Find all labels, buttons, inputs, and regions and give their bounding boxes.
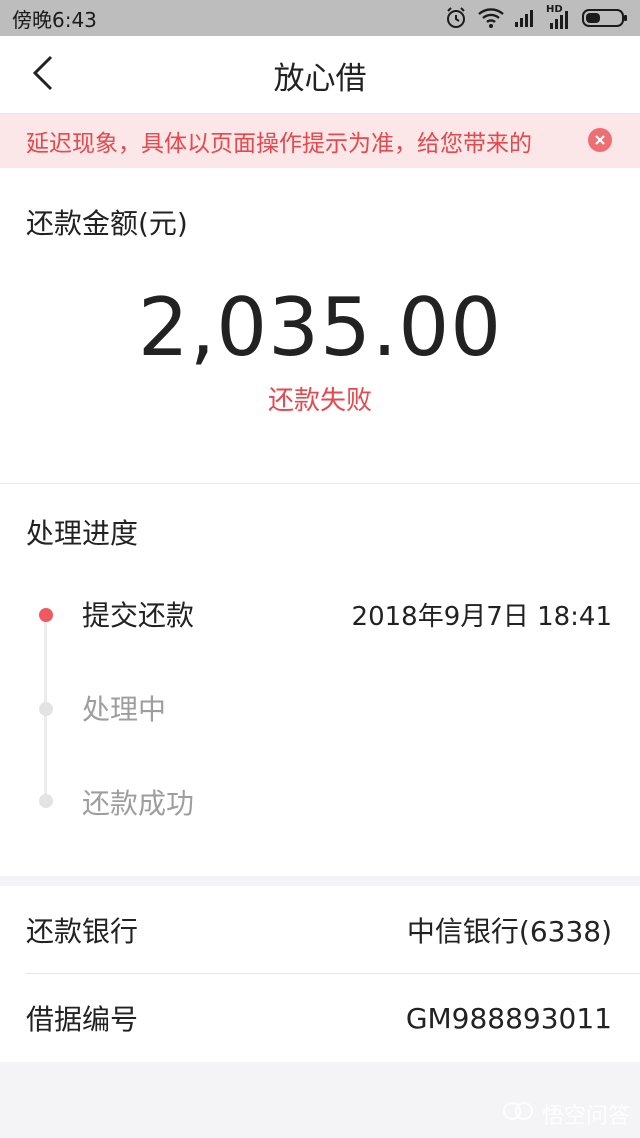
info-key-loan-id: 借据编号 bbox=[26, 1003, 139, 1036]
step-dot-processing bbox=[39, 702, 53, 716]
notice-text: 延迟现象，具体以页面操作提示为准，给您带来的 bbox=[26, 131, 532, 157]
progress-title: 处理进度 bbox=[26, 517, 139, 550]
repayment-status: 还款失败 bbox=[267, 386, 372, 416]
alarm-icon bbox=[444, 6, 468, 30]
amount-card: 还款金额(元) 2,035.00 还款失败 bbox=[0, 168, 640, 484]
step-label-submitted: 提交还款 bbox=[82, 599, 195, 632]
step-time-submitted: 2018年9月7日 18:41 bbox=[351, 602, 612, 632]
status-icons: HD bbox=[444, 4, 628, 30]
progress-card: 处理进度 提交还款 2018年9月7日 18:41 处理中 还款成功 bbox=[0, 484, 640, 876]
watermark-text: 悟空问答 bbox=[541, 1104, 630, 1129]
step-dot-submitted bbox=[39, 608, 53, 622]
page-title: 放心借 bbox=[273, 60, 367, 97]
wifi-icon bbox=[478, 7, 504, 29]
signal-icon bbox=[514, 8, 536, 28]
info-key-bank: 还款银行 bbox=[26, 914, 139, 948]
info-card: 还款银行 中信银行(6338) 借据编号 GM988893011 bbox=[0, 886, 640, 1062]
info-row-bank: 还款银行 中信银行(6338) bbox=[26, 886, 640, 974]
info-value-loan-id: GM988893011 bbox=[405, 1001, 612, 1035]
close-icon bbox=[594, 131, 606, 150]
step-label-processing: 处理中 bbox=[82, 693, 167, 726]
step-dot-success bbox=[39, 794, 53, 808]
status-bar: 傍晚6:43 HD bbox=[0, 0, 640, 36]
status-time: 傍晚6:43 bbox=[12, 7, 97, 32]
notice-close-button[interactable] bbox=[588, 128, 612, 152]
signal-hd-icon: HD bbox=[546, 4, 572, 30]
watermark-logo-icon bbox=[502, 1099, 536, 1129]
info-value-bank: 中信银行(6338) bbox=[406, 914, 612, 948]
nav-bar: 放心借 bbox=[0, 36, 640, 114]
notice-banner: 延迟现象，具体以页面操作提示为准，给您带来的 bbox=[0, 114, 640, 168]
battery-icon bbox=[582, 7, 628, 29]
amount-label: 还款金额(元) bbox=[26, 207, 188, 240]
amount-value: 2,035.00 bbox=[137, 281, 503, 374]
watermark: 悟空问答 bbox=[502, 1098, 630, 1130]
info-row-loan-id: 借据编号 GM988893011 bbox=[26, 974, 640, 1062]
step-label-success: 还款成功 bbox=[82, 787, 195, 820]
